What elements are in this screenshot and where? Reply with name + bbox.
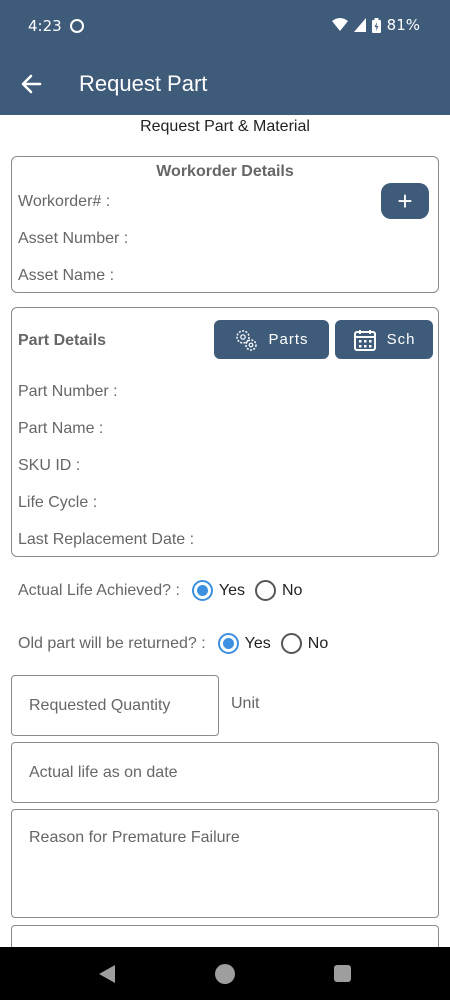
- notification-icon: [70, 19, 84, 33]
- app-bar: Request Part: [0, 54, 450, 115]
- actual-life-placeholder: Actual life as on date: [29, 764, 178, 781]
- wifi-icon: [331, 18, 348, 31]
- form-heading: Request Part & Material: [140, 118, 310, 135]
- old-part-no-radio[interactable]: [280, 633, 302, 654]
- battery-percent: 81%: [386, 16, 420, 34]
- old-part-returned-row: Old part will be returned? : Yes No: [18, 633, 338, 654]
- workorder-number-label: Workorder# :: [18, 193, 111, 210]
- requested-quantity-input[interactable]: Requested Quantity: [11, 675, 219, 736]
- back-arrow-icon[interactable]: [18, 70, 46, 98]
- parts-button[interactable]: Parts: [214, 320, 329, 359]
- nav-back-icon[interactable]: [99, 965, 115, 983]
- status-bar: 4:23 81%: [0, 0, 450, 54]
- last-replacement-date-label: Last Replacement Date :: [18, 531, 195, 548]
- system-nav-bar: [0, 947, 450, 1000]
- nav-home-icon[interactable]: [215, 964, 235, 984]
- workorder-details-card: Workorder Details Workorder# : Asset Num…: [11, 156, 439, 293]
- actual-life-no-label[interactable]: No: [282, 582, 302, 600]
- part-details-title: Part Details: [18, 332, 107, 349]
- asset-name-label: Asset Name :: [18, 267, 115, 284]
- part-details-card: Part Details Parts Sch Part Number : Par…: [11, 307, 439, 557]
- calendar-icon: [353, 329, 376, 351]
- asset-number-label: Asset Number :: [18, 230, 129, 247]
- page-title: Request Part: [79, 71, 208, 96]
- actual-life-input[interactable]: Actual life as on date: [11, 742, 439, 803]
- workorder-details-title: Workorder Details: [156, 163, 294, 180]
- unit-label: Unit: [231, 695, 260, 712]
- old-part-returned-label: Old part will be returned? :: [18, 634, 206, 652]
- gears-icon: [236, 329, 258, 351]
- status-time: 4:23: [28, 17, 62, 35]
- actual-life-yes-radio[interactable]: [191, 580, 213, 601]
- add-workorder-button[interactable]: +: [381, 183, 429, 219]
- requested-quantity-placeholder: Requested Quantity: [29, 697, 171, 714]
- reason-failure-textarea[interactable]: Reason for Premature Failure: [11, 809, 439, 918]
- old-part-no-label[interactable]: No: [308, 635, 328, 653]
- part-name-label: Part Name :: [18, 420, 104, 437]
- actual-life-no-radio[interactable]: [255, 580, 276, 601]
- sku-id-label: SKU ID :: [18, 457, 81, 474]
- actual-life-achieved-row: Actual Life Achieved? : Yes No: [18, 580, 312, 601]
- schedule-button-label: Sch: [386, 331, 416, 348]
- old-part-yes-label[interactable]: Yes: [245, 635, 271, 653]
- schedule-button[interactable]: Sch: [335, 320, 433, 359]
- nav-recents-icon[interactable]: [334, 965, 351, 982]
- plus-icon: +: [397, 185, 413, 216]
- parts-button-label: Parts: [268, 331, 309, 348]
- life-cycle-label: Life Cycle :: [18, 494, 98, 511]
- actual-life-achieved-label: Actual Life Achieved? :: [18, 581, 180, 599]
- actual-life-yes-label[interactable]: Yes: [219, 582, 245, 600]
- status-icons: 81%: [331, 16, 420, 34]
- old-part-yes-radio[interactable]: [217, 633, 239, 654]
- reason-failure-placeholder: Reason for Premature Failure: [29, 829, 240, 846]
- battery-icon: [371, 17, 381, 33]
- part-number-label: Part Number :: [18, 383, 118, 400]
- signal-icon: [353, 18, 366, 32]
